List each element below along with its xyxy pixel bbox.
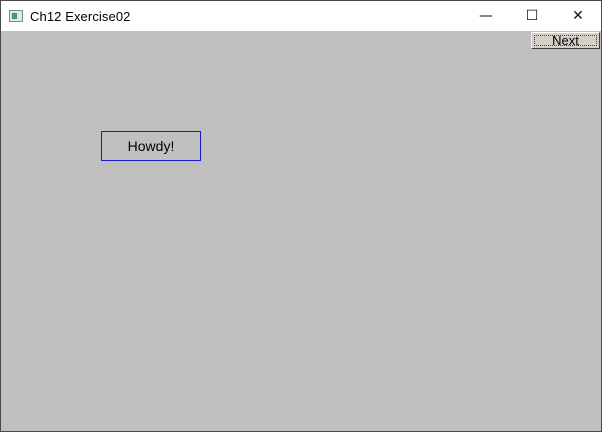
app-window: Ch12 Exercise02 — ☐ ✕ Next Howdy! (0, 0, 602, 432)
minimize-icon: — (479, 8, 493, 24)
close-button[interactable]: ✕ (555, 1, 601, 31)
window-controls: — ☐ ✕ (463, 1, 601, 31)
app-window-icon (9, 10, 23, 22)
close-icon: ✕ (572, 8, 584, 24)
window-title: Ch12 Exercise02 (30, 8, 131, 24)
minimize-button[interactable]: — (463, 1, 509, 31)
howdy-text: Howdy! (127, 138, 175, 154)
client-area: Next Howdy! (1, 31, 601, 431)
next-button[interactable]: Next (531, 32, 600, 49)
maximize-button[interactable]: ☐ (509, 1, 555, 31)
maximize-icon: ☐ (525, 8, 539, 24)
howdy-text-box: Howdy! (101, 131, 201, 161)
title-bar[interactable]: Ch12 Exercise02 — ☐ ✕ (1, 1, 601, 31)
